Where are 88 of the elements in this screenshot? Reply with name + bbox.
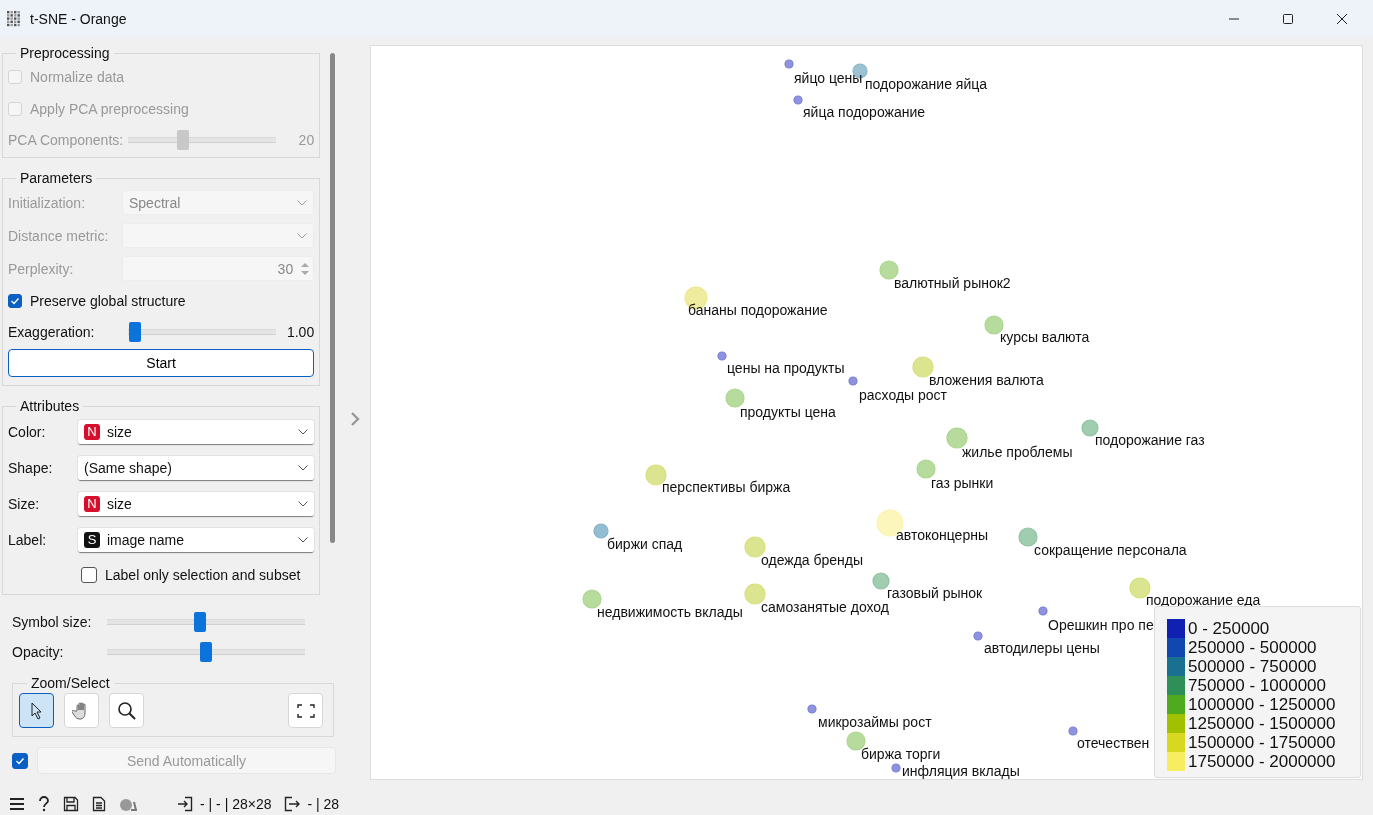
- fit-view-button[interactable]: [288, 693, 323, 728]
- legend-label: 1750000 - 2000000: [1188, 752, 1336, 771]
- point-label: бананы подорожание: [688, 302, 828, 318]
- search-icon: [116, 700, 137, 721]
- point-label: жилье проблемы: [962, 444, 1073, 460]
- checkbox-option[interactable]: Preserve global structure: [8, 285, 315, 317]
- point-label: автоконцерны: [896, 527, 988, 543]
- chevron-icon: [297, 232, 308, 239]
- point-label: вложения валюта: [929, 372, 1044, 388]
- menu-icon[interactable]: [9, 796, 25, 811]
- field-label: Label:: [8, 532, 48, 548]
- point-label: газовый рынок: [887, 585, 983, 601]
- corners-icon: [296, 703, 315, 718]
- check-icon: [15, 755, 25, 766]
- field-label: Symbol size:: [12, 614, 93, 630]
- point-label: биржа торги: [861, 746, 941, 762]
- field-label: Initialization:: [8, 194, 87, 211]
- point-label: микрозаймы рост: [818, 714, 932, 730]
- help-icon[interactable]: [38, 795, 50, 812]
- point-label: валютный рынок2: [894, 275, 1011, 291]
- legend-label: 500000 - 750000: [1188, 657, 1318, 676]
- pointer-icon: [29, 701, 44, 720]
- hand-tool[interactable]: [64, 693, 99, 728]
- zoom-tool[interactable]: [109, 693, 144, 728]
- point-label: сокращение персонала: [1034, 542, 1187, 558]
- slider-value: 20: [297, 132, 315, 148]
- point-label: курсы валюта: [1000, 329, 1090, 345]
- field-label: Shape:: [8, 460, 54, 476]
- point-label: подорожание еда: [1146, 592, 1261, 608]
- point-label: подорожание яйца: [865, 76, 987, 92]
- attribute-dropdown[interactable]: N size: [78, 419, 315, 445]
- group-title: Parameters: [19, 170, 94, 186]
- attribute-dropdown[interactable]: S image name: [78, 527, 315, 553]
- attribute-dropdown[interactable]: N size: [78, 491, 315, 517]
- report-icon[interactable]: [92, 795, 106, 812]
- point-label: отечествен: [1077, 735, 1150, 751]
- point-label: подорожание газ: [1095, 432, 1205, 448]
- maximize-icon[interactable]: [1282, 12, 1294, 25]
- point-label: яйца подорожание: [803, 104, 925, 120]
- legend-label: 1500000 - 1750000: [1188, 733, 1336, 752]
- point-label: самозанятые доход: [761, 599, 889, 615]
- close-icon[interactable]: [1336, 12, 1348, 25]
- point-label: недвижимость вклады: [597, 604, 743, 620]
- scrollbar-thumb[interactable]: [330, 53, 336, 543]
- legend-label: 1250000 - 1500000: [1188, 714, 1336, 733]
- point-label: Орешкин про пе: [1048, 617, 1154, 633]
- input-icon: [177, 795, 193, 812]
- field-label: Size:: [8, 496, 41, 512]
- point-label: биржи спад: [607, 536, 683, 552]
- group-title: Zoom/Select: [30, 675, 111, 691]
- point-label: автодилеры цены: [984, 640, 1100, 656]
- point-label: одежда бренды: [761, 552, 864, 568]
- field-label: Opacity:: [12, 644, 65, 660]
- point-label: перспективы биржа: [662, 479, 791, 495]
- point-label: инфляция вклады: [902, 763, 1020, 779]
- point-label: цены на продукты: [727, 360, 845, 376]
- app-icon: [7, 10, 21, 27]
- chevron-icon: [297, 199, 308, 206]
- output-summary: - | 28: [307, 795, 340, 812]
- checkbox-option[interactable]: Label only selection and subset: [81, 558, 315, 592]
- point-label: газ рынки: [931, 475, 994, 491]
- point-label: продукты цена: [740, 404, 836, 420]
- chevron-icon: [298, 500, 309, 507]
- field-label: Distance metric:: [8, 227, 110, 244]
- check-icon: [10, 296, 20, 306]
- legend-label: 0 - 250000: [1188, 619, 1271, 638]
- save-icon[interactable]: [63, 795, 79, 812]
- point-label: расходы рост: [859, 387, 947, 403]
- legend-label: 250000 - 500000: [1188, 638, 1318, 657]
- chevron-icon: [298, 428, 309, 435]
- point-label: яйцо цены: [794, 70, 863, 86]
- start-button[interactable]: Start: [8, 349, 315, 377]
- field-label: PCA Components:: [8, 132, 122, 148]
- field-label: Exaggeration:: [8, 324, 96, 340]
- attribute-dropdown[interactable]: (Same shape): [78, 455, 315, 481]
- window-title: t-SNE - Orange: [30, 10, 127, 27]
- legend-label: 1000000 - 1250000: [1188, 695, 1336, 714]
- field-label: Perplexity:: [8, 260, 75, 277]
- pointer-tool[interactable]: [19, 693, 54, 728]
- output-icon: [284, 795, 301, 812]
- group-title: Attributes: [19, 398, 81, 414]
- chevron-icon: [298, 464, 309, 471]
- slider-value: 1.00: [285, 324, 315, 340]
- chevron-icon: [298, 536, 309, 543]
- input-summary: - | - | 28×28: [200, 795, 272, 812]
- legend-label: 750000 - 1000000: [1188, 676, 1328, 695]
- field-label: Color:: [8, 424, 47, 440]
- group-title: Preprocessing: [19, 45, 111, 61]
